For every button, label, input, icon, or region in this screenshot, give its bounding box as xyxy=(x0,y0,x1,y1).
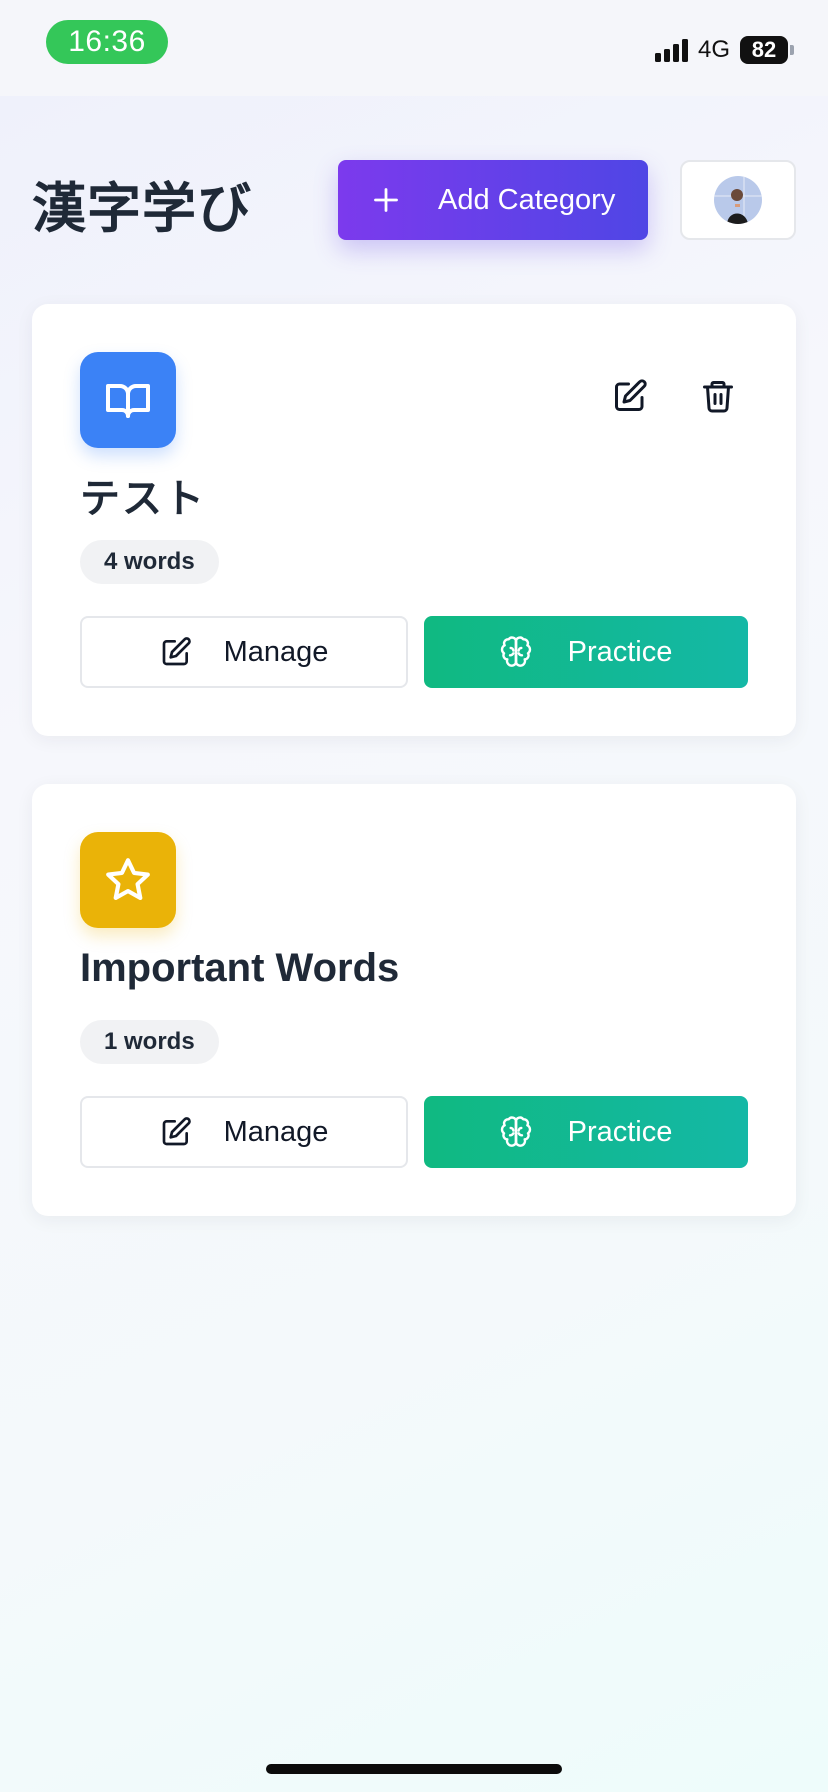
page-title: 漢字学び xyxy=(32,177,252,240)
manage-button[interactable]: Manage xyxy=(80,1096,408,1168)
edit-icon xyxy=(162,637,191,666)
signal-icon xyxy=(654,38,688,62)
home-indicator[interactable] xyxy=(266,1764,562,1774)
book-open-icon xyxy=(106,384,150,418)
manage-label: Manage xyxy=(223,635,329,668)
brain-icon xyxy=(500,1116,531,1147)
add-category-label: Add Category xyxy=(438,183,616,216)
avatar xyxy=(714,176,762,224)
battery-level: 82 xyxy=(740,36,788,64)
brain-icon xyxy=(500,636,531,667)
category-icon xyxy=(80,352,176,448)
status-time: 16:36 xyxy=(46,20,168,64)
add-category-button[interactable]: Add Category xyxy=(338,160,648,240)
word-count-badge: 1 words xyxy=(80,1020,219,1064)
status-indicators: 4G 82 xyxy=(654,34,794,66)
category-title: テスト xyxy=(80,476,206,522)
edit-icon xyxy=(162,1117,191,1146)
category-card: テスト 4 words Manage Practice xyxy=(32,304,796,736)
trash-icon[interactable] xyxy=(700,378,736,414)
card-actions xyxy=(612,378,736,414)
manage-button[interactable]: Manage xyxy=(80,616,408,688)
network-type: 4G xyxy=(697,36,730,63)
category-card: Important Words 1 words Manage Practice xyxy=(32,784,796,1216)
plus-icon xyxy=(374,188,398,212)
category-title: Important Words xyxy=(80,946,400,990)
practice-label: Practice xyxy=(567,1115,673,1148)
practice-label: Practice xyxy=(567,635,673,668)
practice-button[interactable]: Practice xyxy=(424,1096,748,1168)
word-count-badge: 4 words xyxy=(80,540,219,584)
manage-label: Manage xyxy=(223,1115,329,1148)
status-bar: 16:36 4G 82 xyxy=(0,0,828,96)
category-icon xyxy=(80,832,176,928)
profile-button[interactable] xyxy=(680,160,796,240)
battery-icon: 82 xyxy=(740,36,794,64)
edit-icon[interactable] xyxy=(612,378,648,414)
star-icon xyxy=(106,858,150,901)
practice-button[interactable]: Practice xyxy=(424,616,748,688)
